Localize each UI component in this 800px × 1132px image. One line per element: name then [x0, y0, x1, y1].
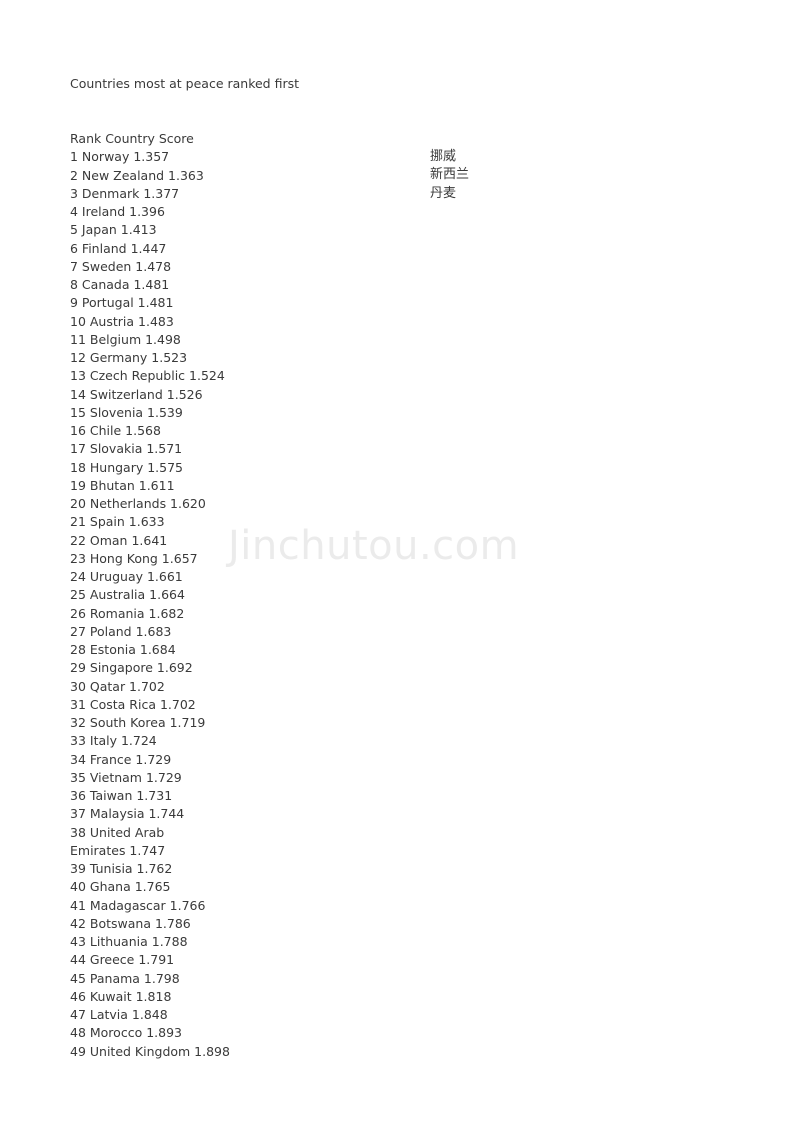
ranking-row: 20 Netherlands 1.620 [70, 496, 206, 511]
ranking-row: 16 Chile 1.568 [70, 423, 161, 438]
ranking-row: Emirates 1.747 [70, 842, 166, 858]
ranking-row: 36 Taiwan 1.731 [70, 788, 173, 803]
ranking-row: 46 Kuwait 1.818 [70, 988, 172, 1004]
ranking-row: 28 Estonia 1.684 [70, 642, 176, 657]
ranking-row: 32 South Korea 1.719 [70, 715, 206, 730]
ranking-row: 17 Slovakia 1.571 [70, 441, 183, 457]
ranking-row: 31 Costa Rica 1.702 [70, 696, 196, 712]
site-watermark: Jinchutou.com [228, 523, 520, 569]
ranking-row: 37 Malaysia 1.744 [70, 806, 185, 822]
ranking-row: 14 Switzerland 1.526 [70, 386, 203, 402]
ranking-row: 41 Madagascar 1.766 [70, 897, 206, 913]
ranking-row: 38 United Arab [70, 824, 165, 840]
ranking-row: 21 Spain 1.633 [70, 514, 165, 530]
ranking-row: 18 Hungary 1.575 [70, 459, 184, 475]
ranking-row: 22 Oman 1.641 [70, 532, 168, 548]
ranking-row: 43 Lithuania 1.788 [70, 934, 188, 949]
ranking-row: 48 Morocco 1.893 [70, 1025, 182, 1041]
chinese-annotation: 挪威 [430, 149, 457, 164]
ranking-row: 42 Botswana 1.786 [70, 915, 191, 931]
ranking-row: 7 Sweden 1.478 [70, 258, 172, 274]
ranking-row: 35 Vietnam 1.729 [70, 769, 182, 785]
ranking-row: 45 Panama 1.798 [70, 970, 180, 986]
ranking-row: 5 Japan 1.413 [70, 222, 157, 238]
ranking-row: 24 Uruguay 1.661 [70, 569, 183, 584]
ranking-row: 8 Canada 1.481 [70, 277, 170, 292]
ranking-row: 19 Bhutan 1.611 [70, 477, 175, 493]
ranking-row: 39 Tunisia 1.762 [70, 861, 173, 876]
ranking-row: 49 United Kingdom 1.898 [70, 1043, 230, 1059]
ranking-row: 13 Czech Republic 1.524 [70, 368, 225, 384]
ranking-row: 10 Austria 1.483 [70, 313, 174, 329]
page-title: Countries most at peace ranked first [70, 76, 300, 91]
ranking-row: 1 Norway 1.357 [70, 149, 170, 165]
ranking-row: 23 Hong Kong 1.657 [70, 550, 198, 566]
ranking-row: 40 Ghana 1.765 [70, 879, 171, 895]
ranking-row: 3 Denmark 1.377 [70, 185, 180, 201]
ranking-row: 6 Finland 1.447 [70, 240, 167, 256]
ranking-row: 9 Portugal 1.481 [70, 295, 174, 311]
chinese-annotation: 丹麦 [430, 185, 457, 201]
ranking-row: 27 Poland 1.683 [70, 623, 172, 639]
list-column-header: Rank Country Score [70, 131, 194, 146]
document-page: Jinchutou.com Countries most at peace ra… [0, 0, 800, 1132]
chinese-annotation: 新西兰 [430, 167, 470, 183]
ranking-row: 29 Singapore 1.692 [70, 660, 193, 676]
ranking-row: 26 Romania 1.682 [70, 605, 185, 621]
ranking-row: 11 Belgium 1.498 [70, 331, 181, 347]
ranking-row: 15 Slovenia 1.539 [70, 404, 183, 420]
ranking-row: 30 Qatar 1.702 [70, 678, 165, 694]
ranking-row: 4 Ireland 1.396 [70, 204, 165, 219]
chinese-annotation-column: 挪威 新西兰 丹麦 [430, 148, 469, 203]
ranking-row: 2 New Zealand 1.363 [70, 167, 204, 183]
ranking-row: 47 Latvia 1.848 [70, 1007, 168, 1022]
ranking-row: 12 Germany 1.523 [70, 350, 188, 365]
peace-ranking-list: Rank Country Score 1 Norway 1.357 2 New Z… [70, 130, 230, 1061]
ranking-row: 25 Australia 1.664 [70, 587, 185, 603]
ranking-row: 34 France 1.729 [70, 751, 172, 767]
ranking-row: 33 Italy 1.724 [70, 733, 157, 749]
ranking-row: 44 Greece 1.791 [70, 952, 175, 968]
